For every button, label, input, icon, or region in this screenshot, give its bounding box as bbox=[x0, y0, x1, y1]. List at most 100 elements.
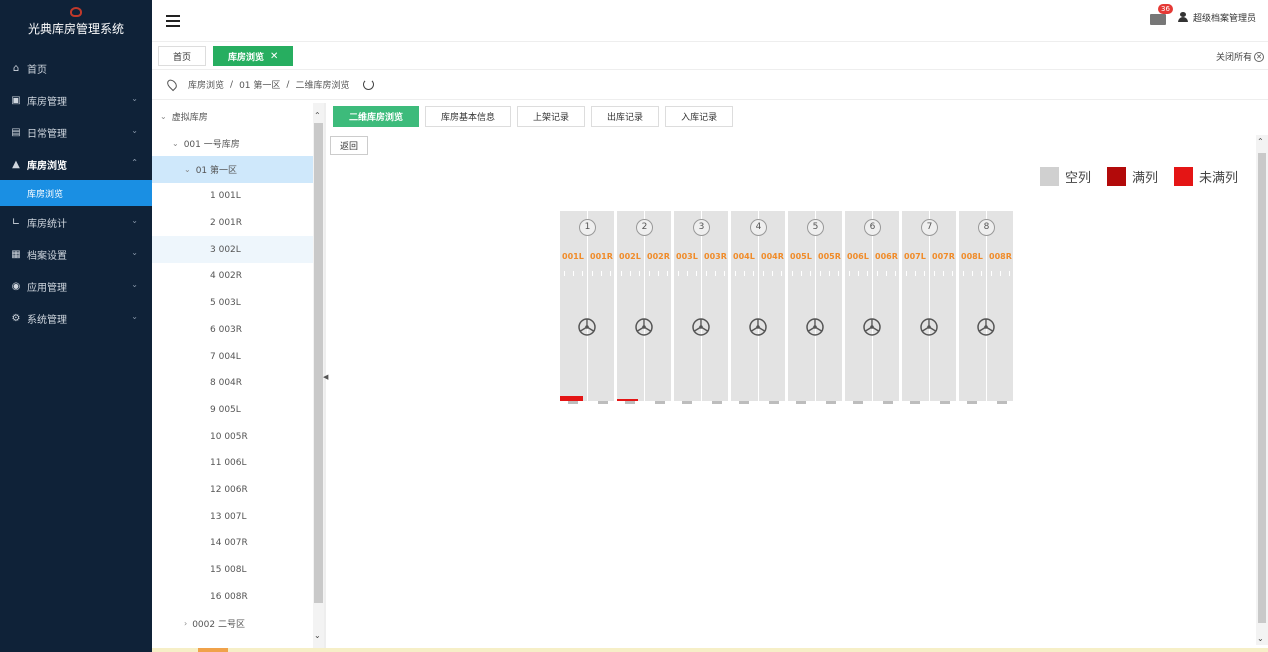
messages-button[interactable]: 36 bbox=[1149, 4, 1173, 25]
column-left-label[interactable]: 006L bbox=[847, 252, 869, 261]
shelf-column[interactable]: 8 008L 008R bbox=[959, 211, 1013, 401]
tree-node-label: 001 一号库房 bbox=[183, 139, 240, 150]
handwheel-icon[interactable] bbox=[862, 317, 882, 337]
column-left-label[interactable]: 002L bbox=[619, 252, 641, 261]
close-icon[interactable]: ✕ bbox=[270, 51, 278, 62]
sidebar-item-system-mgmt[interactable]: ⚙ 系统管理 ⌄ bbox=[0, 302, 152, 334]
column-right-label[interactable]: 001R bbox=[590, 252, 613, 261]
column-right-label[interactable]: 002R bbox=[647, 252, 670, 261]
column-right-label[interactable]: 004R bbox=[761, 252, 784, 261]
scroll-up-icon[interactable]: ⌃ bbox=[314, 111, 321, 120]
tab-home[interactable]: 首页 bbox=[158, 46, 207, 66]
tree-node-column[interactable]: 1 001L bbox=[152, 183, 313, 210]
sidebar-item-label: 档案设置 bbox=[27, 250, 67, 262]
scroll-thumb[interactable] bbox=[1258, 153, 1266, 623]
scroll-thumb[interactable] bbox=[314, 123, 323, 603]
tree-node-root[interactable]: ⌄ 虚拟库房 bbox=[152, 103, 313, 130]
column-left-label[interactable]: 001L bbox=[562, 252, 584, 261]
sidebar-item-daily-mgmt[interactable]: ▤ 日常管理 ⌄ bbox=[0, 116, 152, 148]
tab-basic-info[interactable]: 库房基本信息 bbox=[425, 106, 512, 127]
column-left-label[interactable]: 004L bbox=[733, 252, 755, 261]
handwheel-icon[interactable] bbox=[691, 317, 711, 337]
column-left-label[interactable]: 005L bbox=[790, 252, 812, 261]
tree-node-column[interactable]: 15 008L bbox=[152, 557, 313, 584]
tree-node-zone-2[interactable]: › 0002 二号区 bbox=[152, 610, 313, 637]
handwheel-icon[interactable] bbox=[919, 317, 939, 337]
tree-node-column[interactable]: 7 004L bbox=[152, 343, 313, 370]
column-right-label[interactable]: 005R bbox=[818, 252, 841, 261]
shelf-column[interactable]: 2 002L 002R bbox=[617, 211, 671, 401]
view-tabs: 二维库房浏览 库房基本信息 上架记录 出库记录 入库记录 bbox=[333, 106, 734, 127]
breadcrumb-separator: / bbox=[230, 79, 234, 90]
handwheel-icon[interactable] bbox=[634, 317, 654, 337]
tree-node-column[interactable]: 4 002R bbox=[152, 263, 313, 290]
tree-node-column[interactable]: 10 005R bbox=[152, 423, 313, 450]
tree-node-column[interactable]: 13 007L bbox=[152, 503, 313, 530]
shelf-column[interactable]: 7 007L 007R bbox=[902, 211, 956, 401]
tree-node-column[interactable]: 6 003R bbox=[152, 317, 313, 344]
shelf-column[interactable]: 6 006L 006R bbox=[845, 211, 899, 401]
column-left-label[interactable]: 008L bbox=[961, 252, 983, 261]
column-foot bbox=[826, 401, 836, 404]
tree-node-label: 16 008R bbox=[210, 591, 248, 602]
handwheel-icon[interactable] bbox=[748, 317, 768, 337]
user-menu[interactable]: 超级档案管理员 bbox=[1177, 11, 1256, 24]
shelf-ticks bbox=[959, 271, 1013, 277]
tab-warehouse-browse[interactable]: 库房浏览 ✕ bbox=[213, 46, 294, 66]
column-left-label[interactable]: 007L bbox=[904, 252, 926, 261]
sidebar-item-warehouse-stats[interactable]: ∟ 库房统计 ⌄ bbox=[0, 206, 152, 238]
shelf-column[interactable]: 4 004L 004R bbox=[731, 211, 785, 401]
column-left-label[interactable]: 003L bbox=[676, 252, 698, 261]
tab-inbound-records[interactable]: 入库记录 bbox=[665, 106, 734, 127]
shelf-column[interactable]: 5 005L 005R bbox=[788, 211, 842, 401]
tree-node-column[interactable]: 14 007R bbox=[152, 530, 313, 557]
tab-2d-browse[interactable]: 二维库房浏览 bbox=[333, 106, 420, 127]
breadcrumb-item[interactable]: 01 第一区 bbox=[239, 78, 280, 91]
sidebar-item-archive-settings[interactable]: ▦ 档案设置 ⌄ bbox=[0, 238, 152, 270]
scroll-up-icon[interactable]: ⌃ bbox=[1257, 137, 1264, 146]
shelf-column[interactable]: 1 001L 001R bbox=[560, 211, 614, 401]
tree-node-label: 2 001R bbox=[210, 218, 243, 229]
tab-shelving-records[interactable]: 上架记录 bbox=[517, 106, 586, 127]
sidebar-item-warehouse-mgmt[interactable]: ▣ 库房管理 ⌄ bbox=[0, 84, 152, 116]
column-number: 3 bbox=[693, 219, 710, 236]
tree-node-warehouse[interactable]: ⌄ 001 一号库房 bbox=[152, 130, 313, 157]
handwheel-icon[interactable] bbox=[577, 317, 597, 337]
tree-node-column[interactable]: 5 003L bbox=[152, 290, 313, 317]
column-number: 7 bbox=[921, 219, 938, 236]
breadcrumb-item: 二维库房浏览 bbox=[295, 81, 350, 91]
sidebar-item-home[interactable]: ⌂ 首页 bbox=[0, 52, 152, 84]
handwheel-icon[interactable] bbox=[805, 317, 825, 337]
shelf-column[interactable]: 3 003L 003R bbox=[674, 211, 728, 401]
shelf-ticks bbox=[617, 271, 671, 277]
scroll-down-icon[interactable]: ⌄ bbox=[1257, 634, 1264, 643]
tree-node-column[interactable]: 16 008R bbox=[152, 583, 313, 610]
tree-node-column[interactable]: 2 001R bbox=[152, 210, 313, 237]
close-all-button[interactable]: 关闭所有 ✕ bbox=[1216, 50, 1264, 63]
collapse-left-icon[interactable]: ◀ bbox=[323, 373, 328, 381]
main-scrollbar[interactable]: ⌃ ⌄ bbox=[1256, 135, 1268, 645]
column-right-label[interactable]: 008R bbox=[989, 252, 1012, 261]
column-right-label[interactable]: 006R bbox=[875, 252, 898, 261]
back-button[interactable]: 返回 bbox=[330, 136, 369, 155]
tree-node-zone[interactable]: ⌄ 01 第一区 bbox=[152, 156, 313, 184]
tree-node-column[interactable]: 8 004R bbox=[152, 370, 313, 397]
sidebar-subitem-warehouse-browse[interactable]: 库房浏览 bbox=[0, 180, 152, 206]
column-right-label[interactable]: 003R bbox=[704, 252, 727, 261]
scroll-down-icon[interactable]: ⌄ bbox=[314, 631, 321, 640]
column-right-label[interactable]: 007R bbox=[932, 252, 955, 261]
gear-icon: ⚙ bbox=[11, 312, 21, 324]
tab-outbound-records[interactable]: 出库记录 bbox=[591, 106, 660, 127]
refresh-icon[interactable] bbox=[363, 79, 375, 90]
location-pin-icon bbox=[165, 77, 179, 92]
handwheel-icon[interactable] bbox=[976, 317, 996, 337]
sidebar-item-app-mgmt[interactable]: ◉ 应用管理 ⌄ bbox=[0, 270, 152, 302]
breadcrumb-item[interactable]: 库房浏览 bbox=[188, 78, 224, 91]
tree-node-column[interactable]: 9 005L bbox=[152, 397, 313, 424]
tree-node-column[interactable]: 11 006L bbox=[152, 450, 313, 477]
column-foot bbox=[769, 401, 779, 404]
menu-toggle-icon[interactable] bbox=[166, 14, 180, 27]
sidebar-item-warehouse-browse[interactable]: ▲ 库房浏览 ⌃ bbox=[0, 148, 152, 180]
tree-node-column[interactable]: 12 006R bbox=[152, 477, 313, 504]
tree-node-column[interactable]: 3 002L bbox=[152, 236, 313, 264]
